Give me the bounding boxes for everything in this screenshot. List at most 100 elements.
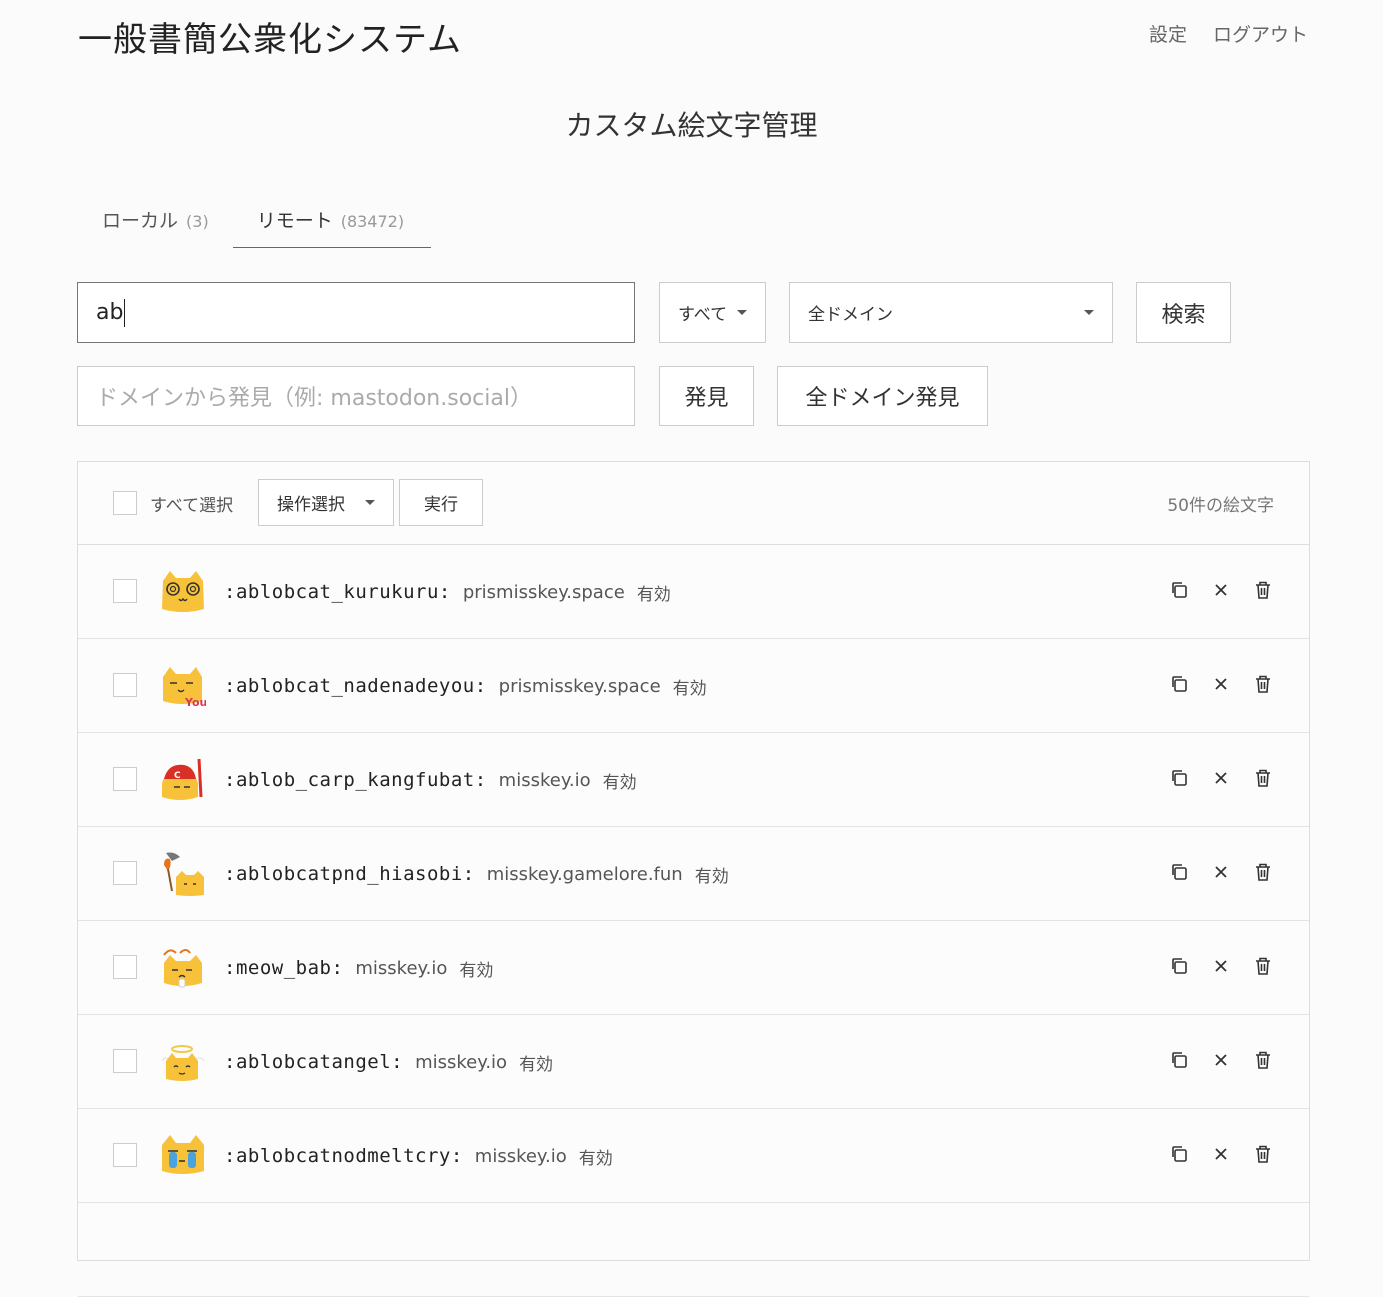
scope-select[interactable]: すべて: [659, 282, 766, 343]
close-icon[interactable]: [1211, 1049, 1231, 1071]
row-actions: [1169, 1049, 1273, 1071]
close-icon[interactable]: [1211, 673, 1231, 695]
trash-icon[interactable]: [1253, 767, 1273, 789]
emoji-image: [162, 1135, 204, 1174]
tab-remote[interactable]: リモート (83472): [232, 192, 431, 248]
row-actions: [1169, 955, 1273, 977]
row-checkbox[interactable]: [113, 673, 137, 697]
copy-icon[interactable]: [1169, 673, 1189, 695]
text-caret: [124, 298, 126, 327]
copy-icon[interactable]: [1169, 955, 1189, 977]
chevron-down-icon: [365, 500, 375, 505]
row-actions: [1169, 673, 1273, 695]
trash-icon[interactable]: [1253, 1143, 1273, 1165]
tab-local-label: ローカル: [102, 210, 179, 232]
operation-select-value: 操作選択: [277, 495, 345, 515]
emoji-image: C: [162, 758, 203, 800]
emoji-shortcode: :ablobcat_nadenadeyou:: [224, 675, 487, 697]
tab-bar: ローカル (3) リモート (83472): [78, 192, 431, 248]
row-checkbox[interactable]: [113, 955, 137, 979]
emoji-shortcode: :ablobcatangel:: [224, 1051, 404, 1073]
row-checkbox[interactable]: [113, 1143, 137, 1167]
emoji-shortcode: :ablobcatpnd_hiasobi:: [224, 863, 475, 885]
trash-icon[interactable]: [1253, 673, 1273, 695]
tab-local-count: (3): [186, 212, 209, 231]
emoji-status: 有効: [694, 866, 729, 887]
emoji-domain: misskey.io: [474, 1145, 567, 1167]
header-nav: 設定 ログアウト: [1149, 20, 1308, 47]
trash-icon[interactable]: [1253, 579, 1273, 601]
discover-all-button[interactable]: 全ドメイン発見: [777, 366, 988, 426]
logout-link[interactable]: ログアウト: [1213, 20, 1308, 47]
copy-icon[interactable]: [1169, 861, 1189, 883]
close-icon[interactable]: [1211, 579, 1231, 601]
copy-icon[interactable]: [1169, 767, 1189, 789]
chevron-down-icon: [1084, 310, 1094, 315]
emoji-row: :ablobcatangel: misskey.io 有効: [78, 1015, 1309, 1109]
discover-button[interactable]: 発見: [659, 366, 754, 426]
emoji-domain: misskey.io: [415, 1051, 508, 1073]
emoji-status: 有効: [578, 1148, 613, 1169]
emoji-row: [78, 1203, 1309, 1297]
emoji-row: :meow_bab: misskey.io 有効: [78, 921, 1309, 1015]
settings-link[interactable]: 設定: [1149, 20, 1187, 47]
emoji-domain: misskey.io: [355, 957, 448, 979]
emoji-domain: misskey.io: [498, 769, 591, 791]
row-actions: [1169, 861, 1273, 883]
row-checkbox[interactable]: [113, 861, 137, 885]
list-toolbar: すべて選択 操作選択 実行 50件の絵文字: [78, 462, 1309, 545]
chevron-down-icon: [737, 310, 747, 315]
search-input-value: ab: [96, 300, 124, 325]
tab-remote-label: リモート: [256, 210, 333, 232]
search-button[interactable]: 検索: [1136, 282, 1231, 343]
emoji-count: 50件の絵文字: [1167, 496, 1274, 516]
domain-select[interactable]: 全ドメイン: [789, 282, 1113, 343]
copy-icon[interactable]: [1169, 1143, 1189, 1165]
emoji-row: :ablobcatpnd_hiasobi: misskey.gamelore.f…: [78, 827, 1309, 921]
close-icon[interactable]: [1211, 1143, 1231, 1165]
row-checkbox[interactable]: [113, 1049, 137, 1073]
emoji-image: [163, 949, 202, 988]
trash-icon[interactable]: [1253, 1049, 1273, 1071]
row-checkbox[interactable]: [113, 579, 137, 603]
emoji-shortcode: :ablobcatnodmeltcry:: [224, 1145, 463, 1167]
emoji-domain: prismisskey.space: [498, 675, 661, 697]
emoji-status: 有効: [519, 1054, 554, 1075]
emoji-row: C :ablob_carp_kangfubat: misskey.io 有効: [78, 733, 1309, 827]
emoji-domain: misskey.gamelore.fun: [486, 863, 683, 885]
emoji-image: You: [163, 667, 206, 709]
scope-select-value: すべて: [678, 305, 728, 325]
close-icon[interactable]: [1211, 861, 1231, 883]
row-actions: [1169, 579, 1273, 601]
emoji-image: [164, 852, 204, 896]
emoji-image: [161, 1045, 205, 1081]
emoji-shortcode: :ablobcat_kurukuru:: [224, 581, 451, 603]
domain-select-value: 全ドメイン: [808, 305, 893, 325]
search-input[interactable]: ab: [77, 282, 635, 343]
emoji-status: 有効: [459, 960, 494, 981]
trash-icon[interactable]: [1253, 861, 1273, 883]
discover-domain-input[interactable]: ドメインから発見（例: mastodon.social）: [77, 366, 635, 426]
page-title: カスタム絵文字管理: [565, 109, 818, 142]
copy-icon[interactable]: [1169, 1049, 1189, 1071]
emoji-list-panel: すべて選択 操作選択 実行 50件の絵文字 :ablobcat_kurukuru…: [77, 461, 1310, 1297]
emoji-domain: prismisskey.space: [462, 581, 625, 603]
emoji-status: 有効: [672, 678, 707, 699]
svg-text:C: C: [174, 771, 181, 781]
close-icon[interactable]: [1211, 767, 1231, 789]
row-checkbox[interactable]: [113, 767, 137, 791]
select-all-label: すべて選択: [150, 496, 234, 516]
close-icon[interactable]: [1211, 955, 1231, 977]
emoji-shortcode: :meow_bab:: [224, 957, 344, 979]
trash-icon[interactable]: [1253, 955, 1273, 977]
emoji-shortcode: :ablob_carp_kangfubat:: [224, 769, 487, 791]
site-title: 一般書簡公衆化システム: [78, 20, 462, 60]
emoji-row: :ablobcatnodmeltcry: misskey.io 有効: [78, 1109, 1309, 1203]
tab-local[interactable]: ローカル (3): [78, 192, 233, 248]
operation-select[interactable]: 操作選択: [258, 479, 394, 526]
execute-button[interactable]: 実行: [399, 479, 483, 526]
row-actions: [1169, 1143, 1273, 1165]
row-actions: [1169, 767, 1273, 789]
select-all-checkbox[interactable]: [113, 491, 137, 515]
copy-icon[interactable]: [1169, 579, 1189, 601]
